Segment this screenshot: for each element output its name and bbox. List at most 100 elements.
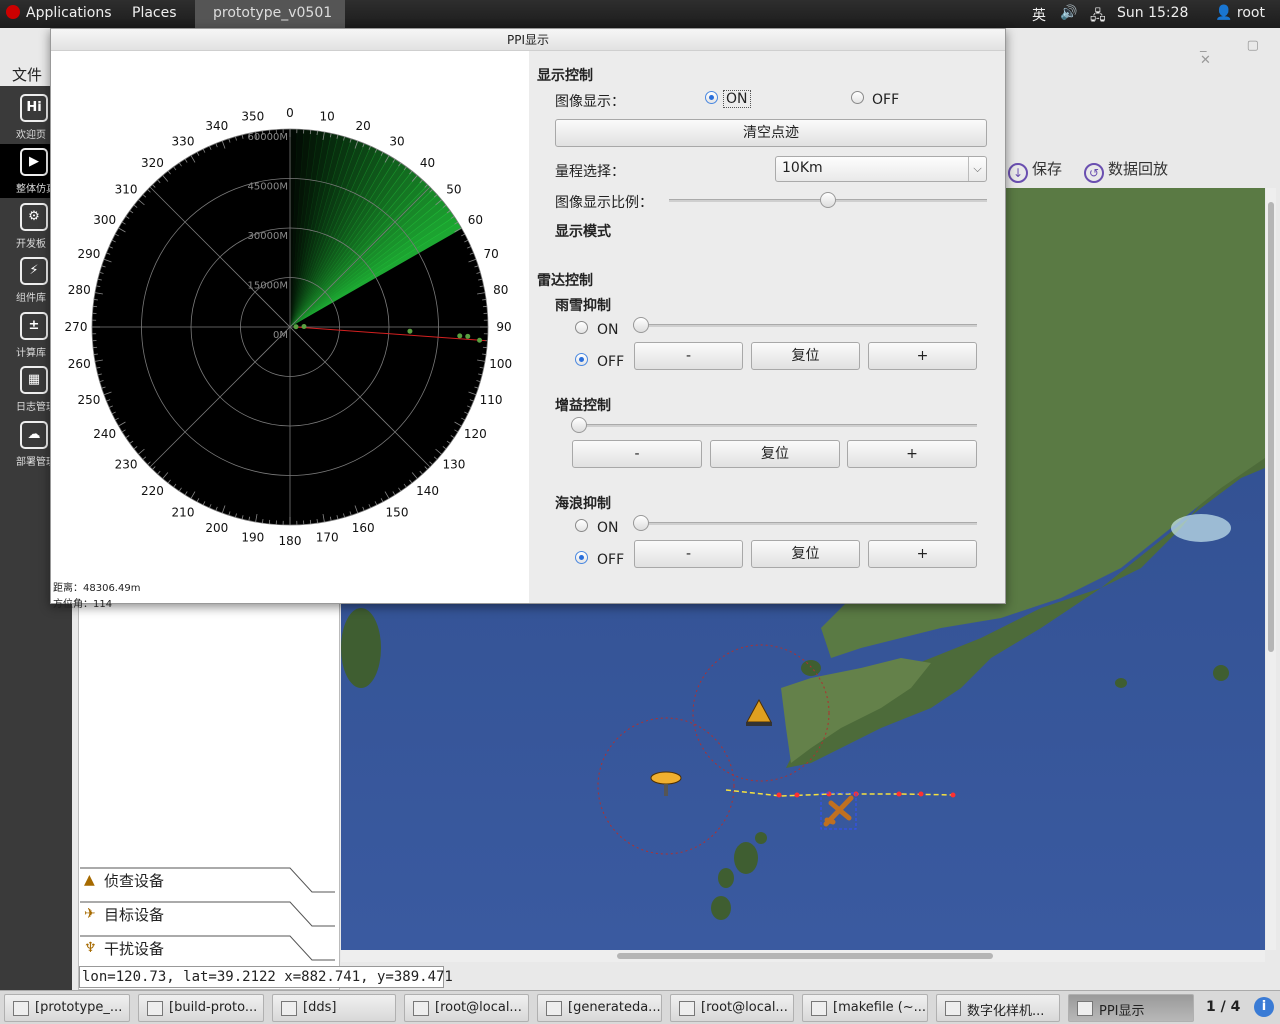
category-row[interactable]: ✈ 目标设备 (80, 900, 335, 932)
info-icon[interactable]: i (1254, 997, 1274, 1017)
bearing-tick (262, 519, 264, 524)
bearing-tick (482, 353, 487, 355)
target-blip (457, 333, 463, 339)
map-horizontal-scrollbar[interactable] (341, 950, 1265, 962)
rain-slider[interactable] (633, 317, 977, 333)
bearing-label: 150 (386, 505, 409, 519)
download-icon: ↓ (1008, 163, 1028, 183)
bearing-label: 310 (115, 182, 138, 196)
slider-knob[interactable] (633, 317, 649, 333)
network-icon[interactable]: 🖧 (1090, 5, 1106, 29)
bearing-label: 0 (286, 106, 294, 120)
clear-trace-button[interactable]: 清空点迹 (555, 119, 987, 147)
window-list-button[interactable]: prototype_v0501 (195, 0, 345, 28)
rain-minus-button[interactable]: - (634, 342, 743, 370)
category-row[interactable]: ♆ 干扰设备 (80, 934, 335, 966)
image-display-off-radio[interactable] (851, 91, 864, 104)
taskbar-button[interactable]: [root@local... (404, 994, 529, 1022)
sea-minus-button[interactable]: - (634, 540, 743, 568)
window-icon (679, 1001, 695, 1016)
save-button[interactable]: ↓ 保存 (1008, 158, 1062, 183)
range-select-label: 量程选择： (555, 164, 625, 180)
input-method-indicator[interactable]: 英 (1032, 5, 1046, 25)
gain-reset-button[interactable]: 复位 (710, 440, 840, 468)
taskbar-button[interactable]: [build-proto... (138, 994, 264, 1022)
range-select-combo[interactable]: 10Km ⌵ (775, 156, 987, 182)
user-menu[interactable]: 👤 root (1215, 5, 1265, 21)
sea-off-radio[interactable] (575, 551, 588, 564)
rain-reset-button[interactable]: 复位 (751, 342, 860, 370)
image-display-on-radio[interactable] (705, 91, 718, 104)
sea-off-label[interactable]: OFF (597, 552, 624, 568)
workspace-indicator[interactable]: 1 / 4 (1206, 999, 1240, 1015)
rain-plus-button[interactable]: + (868, 342, 977, 370)
taskbar-button[interactable]: [dds] (272, 994, 396, 1022)
history-icon: ↺ (1084, 163, 1104, 183)
gain-plus-button[interactable]: + (847, 440, 977, 468)
window-icon (147, 1001, 163, 1016)
range-label: 15000M (248, 281, 288, 292)
slider-track (571, 424, 977, 427)
menu-file[interactable]: 文件 (12, 64, 42, 85)
category-row[interactable]: ▲ 侦查设备 (80, 866, 335, 898)
slider-knob[interactable] (820, 192, 836, 208)
slider-knob[interactable] (571, 417, 587, 433)
bearing-label: 240 (93, 427, 116, 441)
gain-minus-button[interactable]: - (572, 440, 702, 468)
taskbar-button[interactable]: PPI显示 (1068, 994, 1194, 1022)
taskbar-button[interactable]: [makefile (~... (802, 994, 928, 1022)
bearing-label: 100 (489, 357, 512, 371)
bearing-label: 300 (93, 213, 116, 227)
bearing-label: 60 (468, 213, 483, 227)
sea-plus-button[interactable]: + (868, 540, 977, 568)
bearing-label: 140 (416, 484, 439, 498)
slider-knob[interactable] (633, 515, 649, 531)
window-controls[interactable]: _ ▢ ✕ (1200, 38, 1280, 68)
clock[interactable]: Sun 15:28 (1117, 5, 1188, 21)
rain-on-label[interactable]: ON (597, 322, 619, 338)
applications-menu[interactable]: Applications (6, 5, 112, 21)
dialog-title[interactable]: PPI显示 (51, 29, 1005, 51)
radar-readout: 距离：48306.49m 方位角：114 (53, 581, 140, 613)
bearing-label: 70 (483, 247, 498, 261)
window-icon (281, 1001, 297, 1016)
azimuth-readout: 方位角：114 (53, 599, 113, 610)
display-scale-slider[interactable] (669, 192, 987, 208)
sea-slider[interactable] (633, 515, 977, 531)
range-label: 60000M (248, 132, 288, 143)
replay-button[interactable]: ↺ 数据回放 (1084, 158, 1168, 183)
taskbar-button[interactable]: [root@local... (670, 994, 794, 1022)
window-icon (811, 1001, 827, 1016)
taskbar-label: [makefile (~... (833, 1000, 927, 1015)
taskbar-button[interactable]: 数字化样机... (936, 994, 1060, 1022)
range-select-value: 10Km (782, 160, 823, 176)
map-vertical-scrollbar[interactable] (1266, 188, 1276, 950)
taskbar-button[interactable]: [prototype_... (4, 994, 130, 1022)
bearing-label: 280 (68, 283, 91, 297)
map-toolbar: ↓ 保存 ↺ 数据回放 (1006, 150, 1266, 186)
window-icon (945, 1001, 961, 1016)
image-display-on-label[interactable]: ON (723, 90, 751, 108)
sea-reset-button[interactable]: 复位 (751, 540, 860, 568)
sea-on-label[interactable]: ON (597, 520, 619, 536)
taskbar: [prototype_... [build-proto... [dds] [root@… (0, 990, 1280, 1024)
rain-off-radio[interactable] (575, 353, 588, 366)
rain-off-label[interactable]: OFF (597, 354, 624, 370)
chevron-down-icon: ⌵ (968, 157, 986, 181)
rain-on-radio[interactable] (575, 321, 588, 334)
taskbar-label: [dds] (303, 1000, 337, 1015)
gain-slider[interactable] (571, 417, 977, 433)
radar-scope[interactable]: 0M 15000M 30000M 45000M 60000M 0 10 20 30 40 50 60 7… (51, 51, 529, 581)
ppi-radar-display[interactable]: 0M 15000M 30000M 45000M 60000M 0 10 20 30 40 50 60 7… (51, 51, 529, 610)
taskbar-button[interactable]: [generateda... (537, 994, 662, 1022)
bearing-label: 80 (493, 283, 508, 297)
scroll-thumb[interactable] (617, 953, 993, 959)
bearing-tick (482, 299, 487, 301)
scroll-thumb[interactable] (1268, 202, 1274, 652)
sea-on-radio[interactable] (575, 519, 588, 532)
image-display-off-label[interactable]: OFF (872, 92, 899, 108)
places-menu[interactable]: Places (132, 5, 177, 21)
bearing-label: 170 (316, 531, 339, 545)
volume-icon[interactable]: 🔊 (1060, 5, 1077, 21)
coordinate-status: lon=120.73, lat=39.2122 x=882.741, y=389… (79, 966, 453, 988)
